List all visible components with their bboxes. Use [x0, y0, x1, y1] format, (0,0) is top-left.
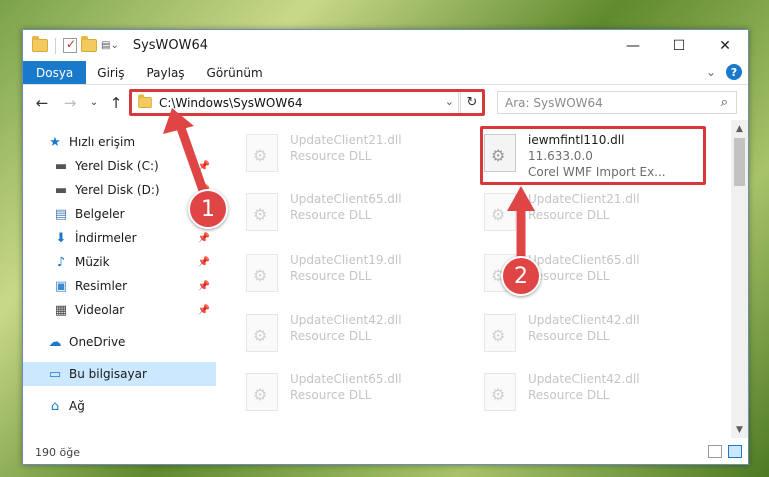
back-arrow-icon[interactable]: ← — [32, 94, 52, 112]
download-icon: ⬇ — [55, 230, 67, 246]
file-item[interactable]: ⚙ UpdateClient42.dll Resource DLL — [246, 310, 466, 360]
sidebar-item-onedrive[interactable]: ☁ OneDrive — [23, 330, 216, 354]
gear-icon: ⚙ — [253, 205, 268, 224]
sidebar-item-disk-d[interactable]: ▬ Yerel Disk (D:) 📌 — [23, 178, 216, 202]
dll-file-icon: ⚙ — [246, 373, 278, 411]
status-bar: 190 öğe — [23, 440, 748, 464]
vertical-scrollbar[interactable]: ▲ ▼ — [731, 120, 748, 438]
pin-icon[interactable]: 📌 — [198, 281, 210, 292]
details-view-icon[interactable] — [708, 445, 722, 458]
pin-icon[interactable]: 📌 — [198, 305, 210, 316]
step-badge-1: 1 — [188, 189, 228, 229]
quick-access-toolbar: ▤⌄ — [32, 36, 119, 54]
pin-icon[interactable]: 📌 — [198, 161, 210, 172]
drive-icon: ▬ — [54, 158, 68, 174]
dll-file-icon: ⚙ — [484, 193, 516, 231]
file-item[interactable]: ⚙ UpdateClient65.dll Resource DLL — [246, 189, 466, 239]
dll-file-icon: ⚙ — [484, 373, 516, 411]
expand-ribbon-icon[interactable]: ⌄ — [706, 65, 716, 79]
tab-giris[interactable]: Giriş — [86, 61, 135, 84]
new-folder-icon[interactable] — [81, 36, 97, 52]
forward-arrow-icon[interactable]: → — [60, 94, 80, 112]
sidebar-item-downloads[interactable]: ⬇ İndirmeler 📌 — [23, 226, 216, 250]
item-count: 190 öğe — [35, 445, 80, 459]
title-bar: ▤⌄ SysWOW64 — ☐ ✕ — [23, 30, 748, 61]
minimize-button[interactable]: — — [610, 30, 656, 61]
gear-icon: ⚙ — [491, 385, 506, 404]
file-item[interactable]: ⚙ UpdateClient21.dll Resource DLL — [484, 189, 704, 239]
address-highlight-box — [129, 89, 485, 116]
dll-file-icon: ⚙ — [484, 314, 516, 352]
file-item[interactable]: ⚙ UpdateClient65.dll Resource DLL — [246, 369, 466, 419]
pictures-icon: ▣ — [54, 278, 68, 294]
sidebar-item-documents[interactable]: ▤ Belgeler 📌 — [23, 202, 216, 226]
scroll-down-icon[interactable]: ▼ — [731, 421, 748, 438]
customize-toolbar-icon[interactable]: ▤⌄ — [101, 40, 119, 51]
sidebar-item-this-pc[interactable]: ▭ Bu bilgisayar — [23, 362, 216, 386]
search-icon[interactable]: ⌕ — [721, 95, 728, 110]
music-icon: ♪ — [56, 254, 66, 270]
computer-icon: ▭ — [48, 366, 62, 382]
scroll-up-icon[interactable]: ▲ — [731, 120, 748, 137]
tab-dosya[interactable]: Dosya — [23, 61, 87, 84]
gear-icon: ⚙ — [253, 326, 268, 345]
close-button[interactable]: ✕ — [702, 30, 748, 61]
file-item[interactable]: ⚙ UpdateClient42.dll Resource DLL — [484, 310, 704, 360]
video-icon: ▦ — [54, 302, 68, 318]
navigation-pane: ★ Hızlı erişim ▬ Yerel Disk (C:) 📌 ▬ Yer… — [23, 126, 216, 436]
dll-file-icon: ⚙ — [246, 134, 278, 172]
gear-icon: ⚙ — [253, 385, 268, 404]
scroll-thumb[interactable] — [734, 138, 745, 186]
properties-icon[interactable] — [63, 37, 77, 53]
navigation-bar: ← → ⌄ ↑ C:\Windows\SysWOW64 ⌄ ↻ Ara: Sys… — [23, 85, 748, 120]
sidebar-item-network[interactable]: ⌂ Ağ — [23, 394, 216, 418]
sidebar-item-disk-c[interactable]: ▬ Yerel Disk (C:) 📌 — [23, 154, 216, 178]
search-input[interactable]: Ara: SysWOW64 ⌕ — [497, 91, 737, 114]
file-item[interactable]: ⚙ UpdateClient19.dll Resource DLL — [246, 250, 466, 300]
documents-icon: ▤ — [54, 206, 68, 222]
sidebar-item-videos[interactable]: ▦ Videolar 📌 — [23, 298, 216, 322]
file-highlight-box — [480, 126, 706, 185]
pin-icon[interactable]: 📌 — [198, 233, 210, 244]
network-icon: ⌂ — [50, 398, 60, 414]
help-icon[interactable]: ? — [726, 64, 742, 80]
explorer-window: ▤⌄ SysWOW64 — ☐ ✕ Dosya Giriş Paylaş Gör… — [22, 29, 749, 465]
star-icon: ★ — [49, 134, 61, 150]
up-arrow-icon[interactable]: ↑ — [106, 94, 126, 112]
step-badge-2: 2 — [501, 256, 541, 296]
file-list: ⚙ UpdateClient21.dll Resource DLL ⚙ iewmf… — [216, 126, 734, 436]
file-item[interactable]: ⚙ UpdateClient42.dll Resource DLL — [484, 369, 704, 419]
sidebar-item-pictures[interactable]: ▣ Resimler 📌 — [23, 274, 216, 298]
pin-icon[interactable]: 📌 — [198, 257, 210, 268]
gear-icon: ⚙ — [491, 326, 506, 345]
ribbon-tabs: Dosya Giriş Paylaş Görünüm ⌄ ? — [23, 61, 748, 85]
tiles-view-icon[interactable] — [728, 445, 742, 458]
maximize-button[interactable]: ☐ — [656, 30, 702, 61]
tab-gorunum[interactable]: Görünüm — [196, 61, 274, 84]
drive-icon: ▬ — [54, 182, 68, 198]
sidebar-item-quick-access[interactable]: ★ Hızlı erişim — [23, 130, 216, 154]
dll-file-icon: ⚙ — [246, 254, 278, 292]
search-placeholder: Ara: SysWOW64 — [505, 95, 603, 110]
window-title: SysWOW64 — [132, 38, 209, 53]
recent-locations-icon[interactable]: ⌄ — [84, 97, 104, 108]
gear-icon: ⚙ — [253, 146, 268, 165]
file-item[interactable]: ⚙ UpdateClient21.dll Resource DLL — [246, 130, 466, 180]
dll-file-icon: ⚙ — [246, 314, 278, 352]
sidebar-item-music[interactable]: ♪ Müzik 📌 — [23, 250, 216, 274]
gear-icon: ⚙ — [491, 205, 506, 224]
cloud-icon: ☁ — [48, 334, 62, 350]
folder-icon[interactable] — [32, 36, 48, 52]
gear-icon: ⚙ — [253, 266, 268, 285]
tab-paylas[interactable]: Paylaş — [135, 61, 195, 84]
dll-file-icon: ⚙ — [246, 193, 278, 231]
